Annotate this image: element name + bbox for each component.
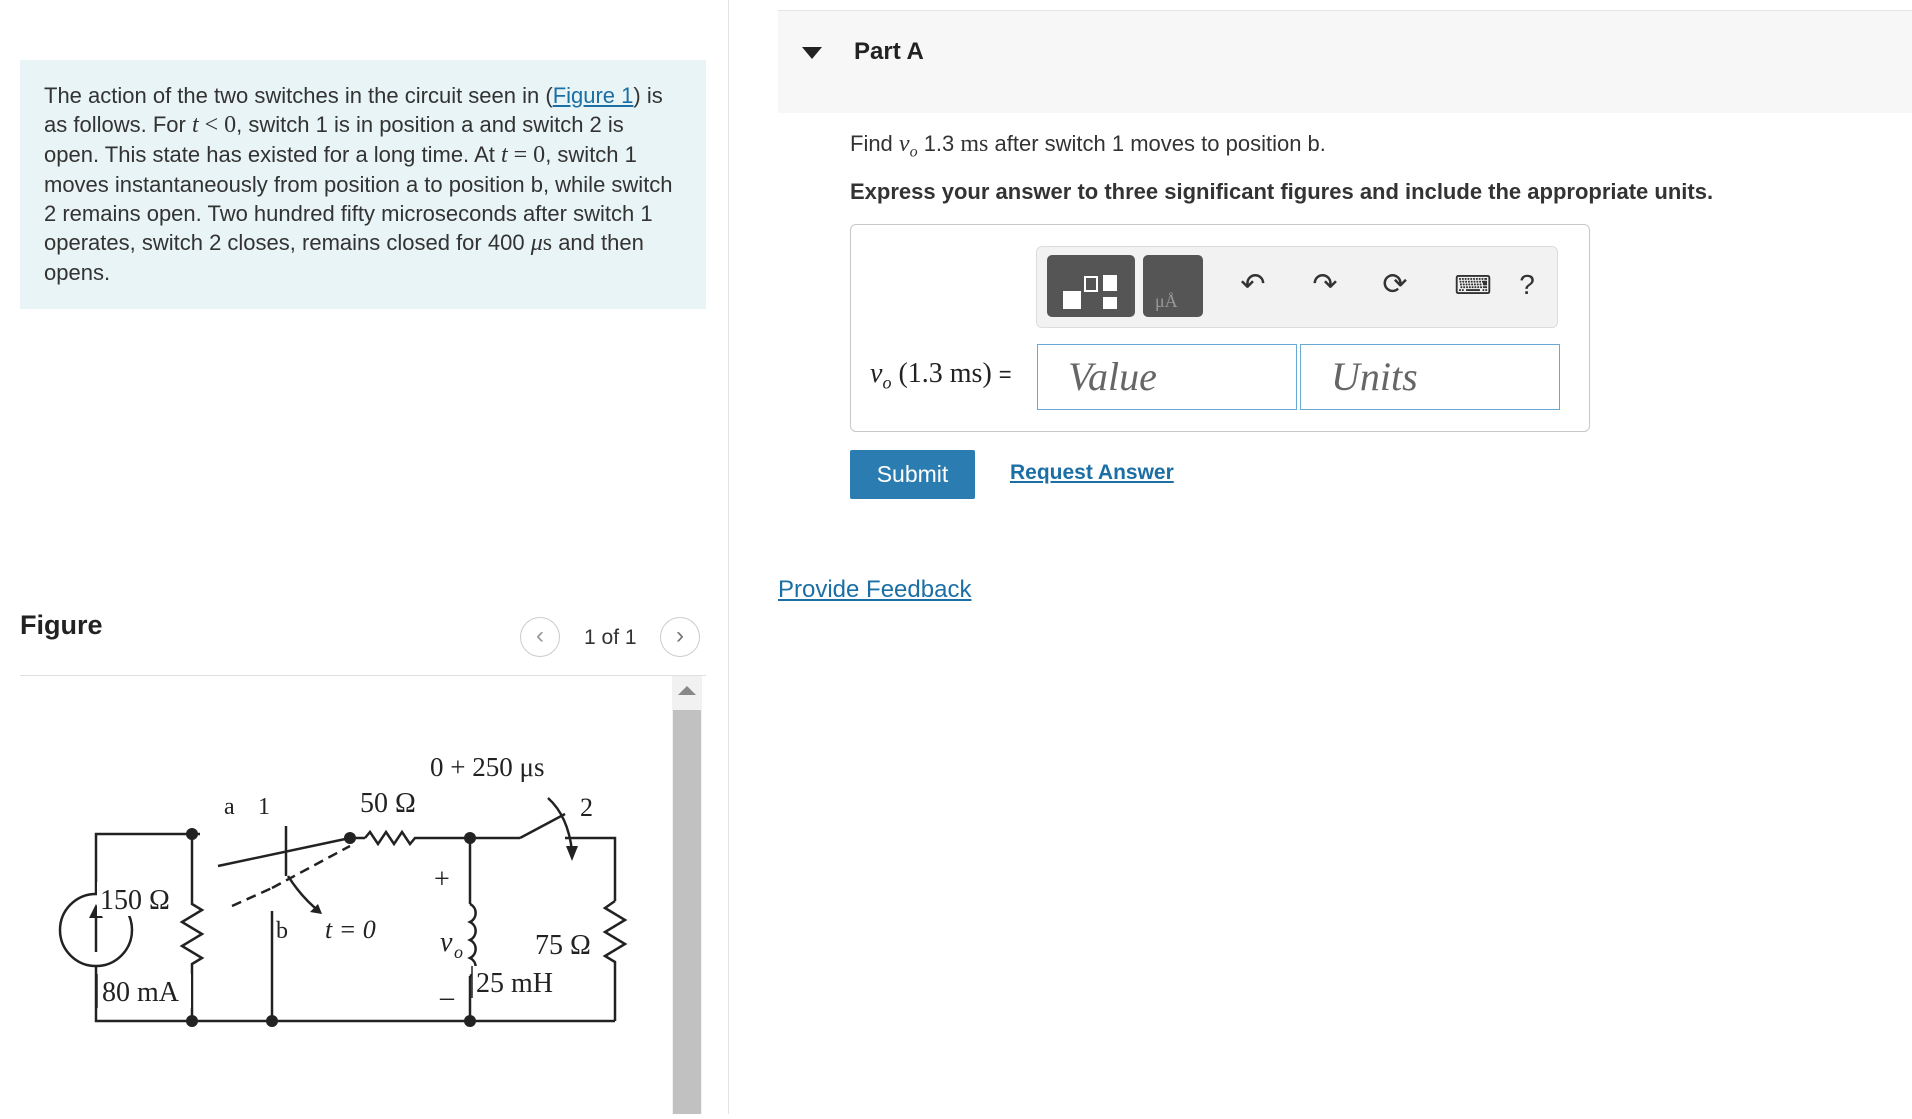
inductor-coil xyxy=(467,902,477,978)
templates-icon[interactable] xyxy=(1047,255,1135,317)
problem-segment: μ xyxy=(530,230,543,256)
answer-var: v xyxy=(870,358,883,389)
keyboard-icon[interactable]: ⌨ xyxy=(1445,265,1501,305)
answer-arg: (1.3 ms) xyxy=(898,358,992,389)
label-vo-sub: o xyxy=(454,942,463,962)
label-r75: 75 Ω xyxy=(535,930,591,961)
provide-feedback-link[interactable]: Provide Feedback xyxy=(778,576,971,604)
node-bottom-b xyxy=(266,1015,278,1027)
answer-label: vo (1.3 ms) = xyxy=(870,358,1012,394)
node-top-vo xyxy=(464,832,476,844)
label-r150: 150 Ω xyxy=(100,885,170,916)
label-l25: 25 mH xyxy=(476,968,553,999)
question-suffix: after switch 1 moves to position b. xyxy=(988,131,1326,156)
label-a: a xyxy=(224,794,235,820)
label-src: 80 mA xyxy=(102,977,180,1008)
figure-viewport: 150 Ω 80 mA a 1 b t = 0 50 Ω 0 + 250 μs … xyxy=(20,676,672,1114)
chevron-left-icon[interactable]: ‹ xyxy=(520,617,560,657)
problem-segment: t xyxy=(500,142,508,168)
value-input[interactable]: Value xyxy=(1037,344,1297,410)
label-minus: – xyxy=(439,982,455,1013)
units-glyph: μÅ xyxy=(1155,291,1178,311)
caret-down-icon[interactable] xyxy=(802,47,822,59)
resistor-50 xyxy=(364,829,470,847)
problem-segment: The action of the two switches in the ci… xyxy=(44,83,553,108)
question-mid: 1.3 xyxy=(917,131,961,156)
answer-sub: o xyxy=(882,372,892,393)
part-title: Part A xyxy=(854,38,924,65)
question-unit: ms xyxy=(960,131,989,157)
label-t0: t = 0 xyxy=(325,915,376,944)
scrollbar-thumb[interactable] xyxy=(673,710,701,1114)
circuit-diagram: 150 Ω 80 mA a 1 b t = 0 50 Ω 0 + 250 μs … xyxy=(58,752,628,1027)
resistor-75 xyxy=(602,899,628,1021)
problem-statement: The action of the two switches in the ci… xyxy=(20,60,706,309)
node-top-50 xyxy=(344,832,356,844)
problem-segment: s xyxy=(542,230,553,256)
pager-text: 1 of 1 xyxy=(584,626,637,649)
answer-eq: = xyxy=(998,362,1012,387)
instruction-text: Express your answer to three significant… xyxy=(850,179,1714,204)
problem-segment: t xyxy=(191,112,199,138)
question-var: v xyxy=(898,131,910,157)
figure-heading: Figure xyxy=(20,610,103,640)
label-b: b xyxy=(276,918,288,944)
submit-button[interactable]: Submit xyxy=(850,450,975,499)
left-panel: The action of the two switches in the ci… xyxy=(0,0,729,1114)
node-bottom-vo xyxy=(464,1015,476,1027)
math-toolbar: μÅ ↶ ↷ ⟳ ⌨ ? xyxy=(1036,246,1558,328)
units-icon[interactable]: μÅ xyxy=(1143,255,1203,317)
question-sub: o xyxy=(909,143,918,161)
scroll-up-icon[interactable] xyxy=(678,686,696,695)
switch2-arrowhead xyxy=(566,846,578,861)
problem-segment: < 0 xyxy=(198,112,237,138)
help-button[interactable]: ? xyxy=(1507,265,1547,305)
label-r50: 50 Ω xyxy=(360,788,416,819)
label-vo: v xyxy=(440,927,453,958)
part-header[interactable] xyxy=(778,10,1912,113)
figure-link[interactable]: Figure 1 xyxy=(553,83,634,108)
undo-icon[interactable]: ↶ xyxy=(1233,265,1273,305)
reset-icon[interactable]: ⟳ xyxy=(1375,265,1415,305)
problem-segment: = 0 xyxy=(507,142,546,168)
node-a xyxy=(186,828,198,840)
switch1-blade xyxy=(217,836,351,868)
switch1-dashed xyxy=(231,886,273,908)
templates-glyph xyxy=(1063,275,1117,309)
label-one: 1 xyxy=(258,794,270,820)
switch1-arc xyxy=(286,875,321,913)
chevron-right-icon[interactable]: › xyxy=(660,617,700,657)
label-t250: 0 + 250 μs xyxy=(430,752,544,782)
figure-pager: ‹ 1 of 1 › xyxy=(520,617,706,661)
request-answer-link[interactable]: Request Answer xyxy=(1010,461,1174,485)
question-prefix: Find xyxy=(850,131,899,156)
label-plus: + xyxy=(434,864,450,895)
node-bottom-left xyxy=(186,1015,198,1027)
redo-icon[interactable]: ↷ xyxy=(1305,265,1345,305)
switch2-arc xyxy=(547,797,574,852)
units-input[interactable]: Units xyxy=(1300,344,1560,410)
question-text: Find vo 1.3 ms after switch 1 moves to p… xyxy=(850,131,1326,161)
switch2-blade xyxy=(519,812,566,840)
label-two: 2 xyxy=(580,793,593,822)
